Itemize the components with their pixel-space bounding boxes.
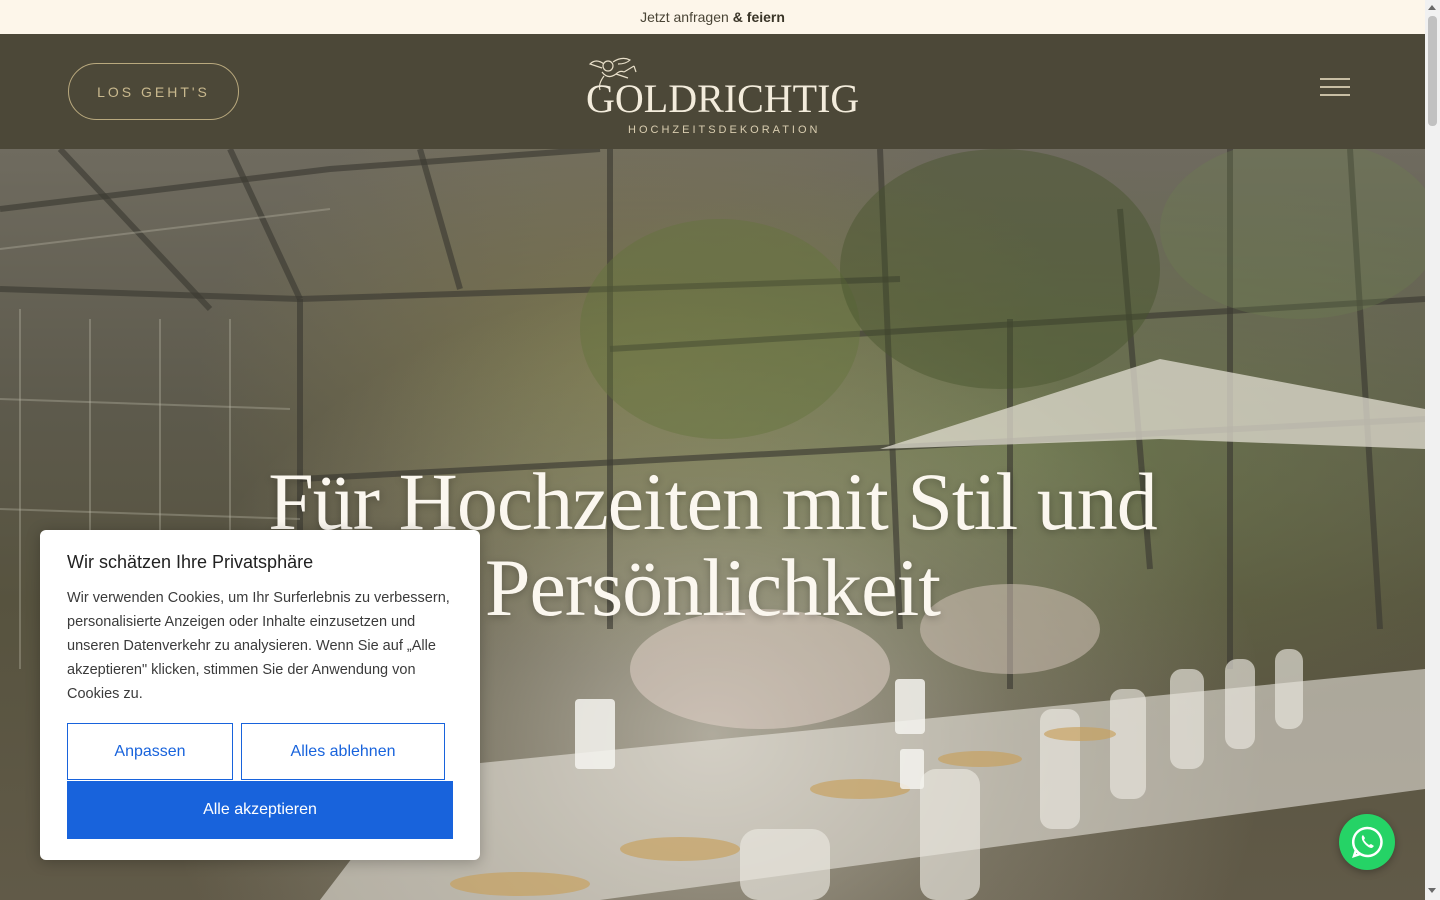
cookie-description: Wir verwenden Cookies, um Ihr Surferlebn… (67, 590, 450, 702)
whatsapp-glyph-icon (1351, 826, 1383, 858)
menu-line (1320, 94, 1350, 96)
accept-all-button[interactable]: Alle akzeptieren (67, 781, 453, 839)
los-gehts-button[interactable]: LOS GEHT'S (68, 63, 239, 120)
customize-button[interactable]: Anpassen (67, 723, 233, 780)
page-scrollbar[interactable] (1425, 0, 1440, 900)
cookie-title: Wir schätzen Ihre Privatsphäre (67, 552, 314, 572)
hamburger-menu-icon[interactable] (1320, 78, 1350, 100)
announcement-bar[interactable]: Jetzt anfragen & feiern (0, 0, 1425, 34)
logo-subtitle: HOCHZEITSDEKORATION (628, 124, 821, 136)
whatsapp-icon[interactable] (1339, 814, 1395, 870)
site-logo[interactable]: GOLDRICHTIG HOCHZEITSDEKORATION (578, 50, 859, 138)
site-header: LOS GEHT'S GOLDRICHTIG HOCHZEITSDEKORATI… (0, 34, 1425, 149)
announcement-text: Jetzt anfragen (640, 9, 729, 25)
logo-wordmark: GOLDRICHTIG (586, 76, 860, 121)
menu-line (1320, 86, 1350, 88)
scroll-down-arrow-icon[interactable] (1428, 888, 1436, 893)
scrollbar-thumb[interactable] (1428, 16, 1437, 126)
menu-line (1320, 78, 1350, 80)
cookie-consent-panel: Wir schätzen Ihre Privatsphäre Wir verwe… (40, 530, 480, 860)
scroll-up-arrow-icon[interactable] (1428, 5, 1436, 10)
announcement-strong: & feiern (732, 9, 785, 25)
reject-all-button[interactable]: Alles ablehnen (241, 723, 445, 780)
